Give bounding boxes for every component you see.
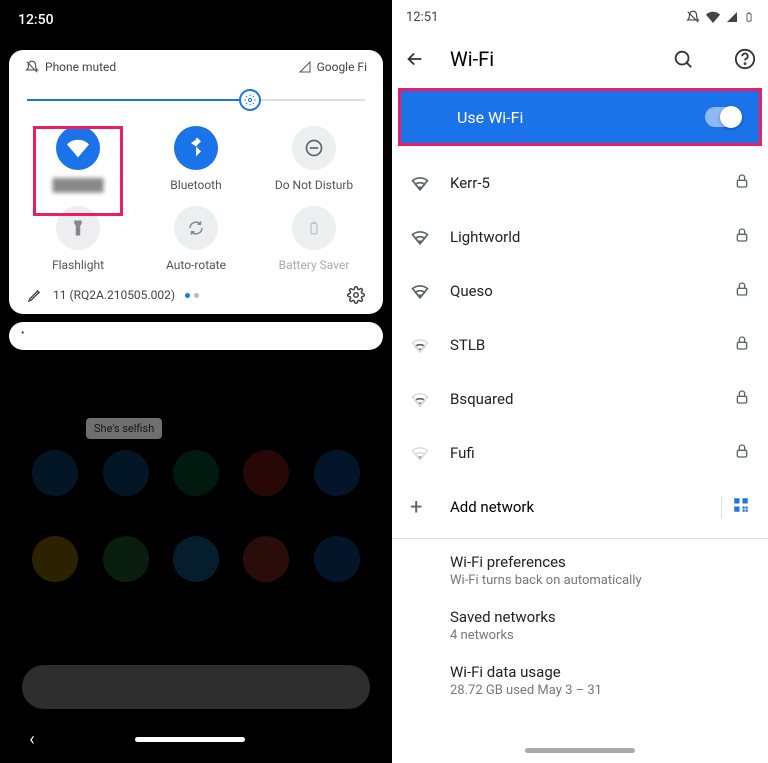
tile-wifi[interactable]: ██████ (19, 126, 137, 192)
pref-title: Wi-Fi preferences (450, 553, 750, 571)
plus-icon: + (410, 495, 450, 520)
signal-icon (299, 61, 311, 73)
header: Wi-Fi (392, 34, 768, 84)
quick-tiles-grid: ██████ Bluetooth Do Not Disturb Flashlig… (13, 122, 379, 276)
switch-on[interactable] (705, 107, 741, 127)
network-name: Fufi (450, 444, 734, 462)
build-label: 11 (RQ2A.210505.002) (53, 288, 175, 302)
search-icon[interactable] (672, 48, 694, 70)
network-list: Kerr-5 Lightworld Queso STLB Bsquared Fu… (392, 150, 768, 480)
signal-icon (726, 11, 738, 23)
back-button[interactable]: ‹ (29, 729, 34, 750)
pref-title: Wi-Fi data usage (450, 663, 750, 681)
pref-sub: 28.72 GB used May 3 – 31 (450, 683, 750, 698)
wifi-signal-icon (410, 173, 450, 193)
nav-pill[interactable] (525, 748, 635, 753)
tile-wifi-label: ██████ (52, 178, 103, 192)
wifi-signal-icon (410, 443, 450, 463)
quick-settings-screen: 12:50 Phone muted Google Fi (0, 0, 392, 763)
bell-off-icon (686, 10, 700, 24)
pref-title: Saved networks (450, 608, 750, 626)
wifi-status-icon (706, 10, 720, 24)
use-wifi-toggle[interactable]: Use Wi-Fi (398, 88, 762, 146)
network-item[interactable]: Lightworld (392, 210, 768, 264)
preference-item[interactable]: Saved networks 4 networks (392, 598, 768, 653)
qr-icon[interactable] (721, 496, 750, 518)
quick-settings-panel: Phone muted Google Fi ██████ (9, 50, 383, 314)
tile-dnd[interactable]: Do Not Disturb (255, 126, 373, 192)
bell-off-icon (25, 60, 39, 74)
back-icon[interactable] (404, 48, 426, 70)
settings-icon[interactable] (347, 286, 365, 304)
network-name: Lightworld (450, 228, 734, 246)
tile-flashlight-label: Flashlight (52, 258, 104, 272)
brightness-slider[interactable] (27, 88, 365, 112)
wifi-signal-icon (410, 227, 450, 247)
tile-autorotate[interactable]: Auto-rotate (137, 206, 255, 272)
help-icon[interactable] (734, 48, 756, 70)
clock: 12:50 (18, 12, 54, 28)
tile-bluetooth[interactable]: Bluetooth (137, 126, 255, 192)
tile-battery-label: Battery Saver (279, 258, 350, 272)
tile-dnd-label: Do Not Disturb (275, 178, 353, 192)
status-bar-left: 12:50 (0, 0, 392, 40)
page-title: Wi-Fi (450, 47, 648, 71)
network-name: STLB (450, 336, 734, 354)
gear-icon (244, 94, 256, 106)
notification-card[interactable]: • (9, 322, 383, 350)
clock: 12:51 (406, 10, 438, 25)
status-bar-right: 12:51 (392, 0, 768, 34)
network-name: Queso (450, 282, 734, 300)
battery-icon (307, 218, 321, 238)
tile-flashlight[interactable]: Flashlight (19, 206, 137, 272)
carrier-label: Google Fi (317, 60, 367, 74)
search-bar[interactable] (22, 665, 370, 709)
tile-battery[interactable]: Battery Saver (255, 206, 373, 272)
rotate-icon (187, 219, 205, 237)
network-item[interactable]: STLB (392, 318, 768, 372)
phone-muted-label: Phone muted (45, 60, 116, 74)
preferences-list: Wi-Fi preferences Wi-Fi turns back on au… (392, 543, 768, 708)
wifi-signal-icon (410, 335, 450, 355)
add-network-label: Add network (450, 498, 713, 516)
home-apps-dim (0, 450, 392, 582)
wifi-icon (67, 137, 89, 159)
network-item[interactable]: Fufi (392, 426, 768, 480)
dnd-icon (304, 138, 324, 158)
network-item[interactable]: Bsquared (392, 372, 768, 426)
lock-icon (734, 443, 750, 463)
wifi-settings-screen: 12:51 Wi-Fi Use Wi-Fi Kerr-5 Lightworld (392, 0, 768, 763)
pref-sub: Wi-Fi turns back on automatically (450, 573, 750, 588)
nav-bar-left: ‹ (0, 725, 392, 753)
wifi-signal-icon (410, 281, 450, 301)
nav-pill[interactable] (135, 737, 245, 742)
network-name: Kerr-5 (450, 174, 734, 192)
tile-bluetooth-label: Bluetooth (170, 178, 221, 192)
flashlight-icon (69, 219, 87, 237)
lock-icon (734, 335, 750, 355)
network-item[interactable]: Kerr-5 (392, 156, 768, 210)
lock-icon (734, 227, 750, 247)
lock-icon (734, 389, 750, 409)
chat-bubble: She's selfish (86, 418, 162, 439)
network-name: Bsquared (450, 390, 734, 408)
tile-autorotate-label: Auto-rotate (166, 258, 226, 272)
nav-bar-right (392, 748, 768, 753)
bluetooth-icon (186, 138, 206, 158)
lock-icon (734, 281, 750, 301)
lock-icon (734, 173, 750, 193)
wifi-signal-icon (410, 389, 450, 409)
add-network[interactable]: + Add network (392, 480, 768, 534)
preference-item[interactable]: Wi-Fi data usage 28.72 GB used May 3 – 3… (392, 653, 768, 708)
edit-icon[interactable] (27, 287, 43, 303)
pref-sub: 4 networks (450, 628, 750, 643)
preference-item[interactable]: Wi-Fi preferences Wi-Fi turns back on au… (392, 543, 768, 598)
battery-icon (744, 10, 754, 24)
use-wifi-label: Use Wi-Fi (457, 108, 523, 127)
network-item[interactable]: Queso (392, 264, 768, 318)
